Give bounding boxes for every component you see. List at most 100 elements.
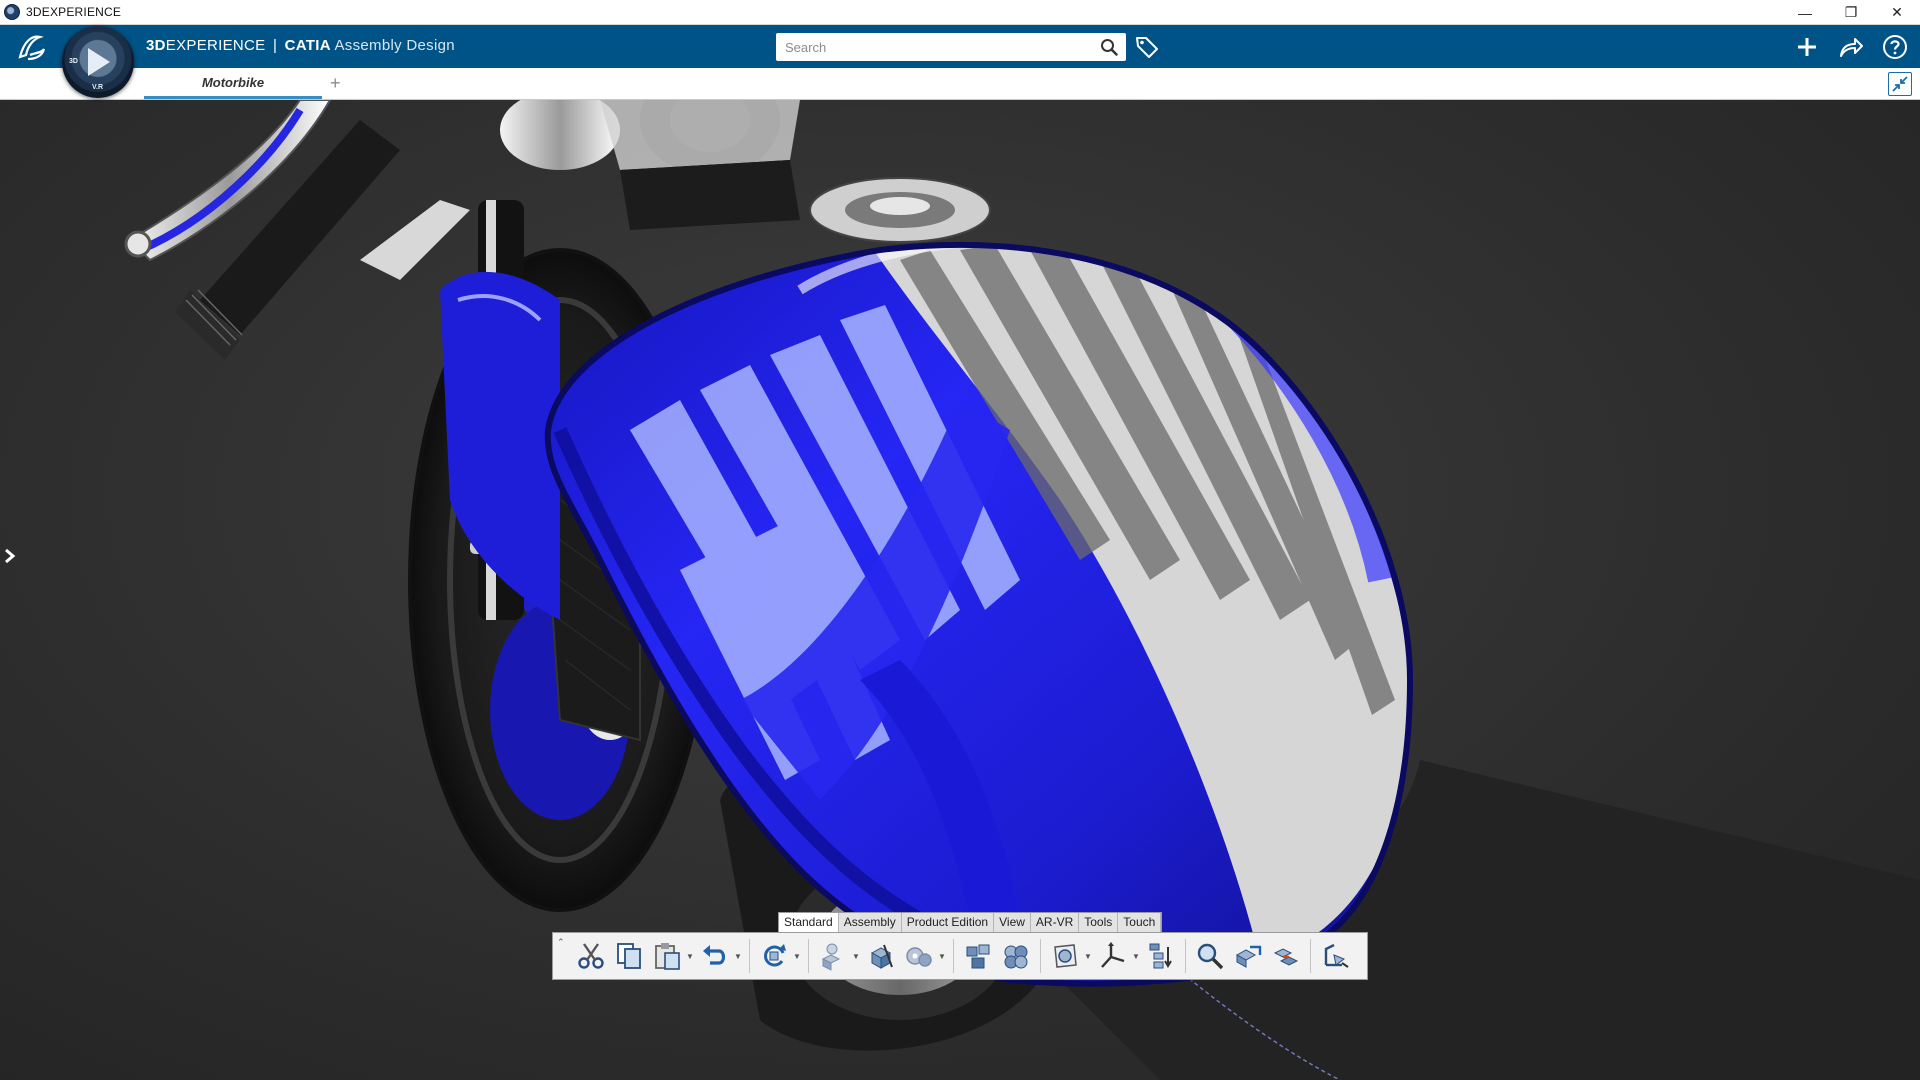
tool-undo[interactable]: ▼ xyxy=(697,936,743,976)
toolbar-separator xyxy=(953,939,954,973)
tab-active-indicator xyxy=(144,96,322,99)
section-view-svg xyxy=(1054,944,1077,968)
insert-product-icon xyxy=(815,938,851,974)
brand-product: CATIA xyxy=(284,37,331,54)
section-tab-product-edition[interactable]: Product Edition xyxy=(901,913,995,932)
dropdown-arrow-icon[interactable]: ▼ xyxy=(792,952,802,961)
fuel-tank xyxy=(547,244,1410,984)
scissors-svg xyxy=(578,943,604,969)
paste-icon xyxy=(649,938,685,974)
tool-copy[interactable] xyxy=(611,936,647,976)
manipulation-svg xyxy=(1324,943,1349,968)
assembly-features-icon xyxy=(863,938,899,974)
tool-clash[interactable] xyxy=(998,936,1034,976)
dropdown-arrow-icon[interactable]: ▼ xyxy=(1131,952,1141,961)
tool-update[interactable]: ▼ xyxy=(756,936,802,976)
brand-prefix: 3D xyxy=(146,37,166,54)
app-header: 3DEXPERIENCE | CATIA Assembly Design xyxy=(0,25,1920,68)
section-tab-assembly[interactable]: Assembly xyxy=(838,913,902,932)
copy-svg xyxy=(617,943,641,969)
tool-publish[interactable] xyxy=(1230,936,1266,976)
tree-reorder-svg xyxy=(1149,943,1172,969)
dropdown-arrow-icon[interactable]: ▼ xyxy=(733,952,743,961)
mechanism-icon xyxy=(901,938,937,974)
search-box xyxy=(776,33,1126,61)
dropdown-arrow-icon[interactable]: ▼ xyxy=(685,952,695,961)
help-icon[interactable] xyxy=(1880,32,1910,62)
tool-tree-reorder[interactable] xyxy=(1143,936,1179,976)
search-input[interactable] xyxy=(776,33,1086,61)
help-icon-svg xyxy=(1883,35,1907,59)
app-window: 3DEXPERIENCE — ❐ ✕ 3DEXPERIENCE | CATIA … xyxy=(0,0,1920,1080)
section-tab-view[interactable]: View xyxy=(994,913,1031,932)
manipulation-icon xyxy=(1317,938,1353,974)
dropdown-arrow-icon[interactable]: ▼ xyxy=(851,952,861,961)
share-icon[interactable] xyxy=(1836,32,1866,62)
ds-logo-icon[interactable] xyxy=(14,31,50,63)
tab-motorbike[interactable]: Motorbike xyxy=(144,68,322,99)
side-panel-toggle-icon[interactable] xyxy=(2,546,18,566)
tool-engineering-connection[interactable] xyxy=(1268,936,1304,976)
tool-cut[interactable] xyxy=(573,936,609,976)
brand-main: EXPERIENCE xyxy=(165,37,266,54)
collapse-arrows-svg xyxy=(1892,76,1908,92)
tool-robot[interactable]: ▼ xyxy=(1095,936,1141,976)
tool-assembly-features[interactable] xyxy=(863,936,899,976)
publish-icon xyxy=(1230,938,1266,974)
toolbar-separator xyxy=(1310,939,1311,973)
undo-svg xyxy=(703,945,726,965)
dropdown-arrow-icon[interactable]: ▼ xyxy=(937,952,947,961)
minimize-button[interactable]: — xyxy=(1782,0,1828,25)
tool-zoom-search[interactable] xyxy=(1192,936,1228,976)
section-view-icon xyxy=(1047,938,1083,974)
tool-robot-manipulation[interactable] xyxy=(1317,936,1353,976)
explode-svg xyxy=(966,944,990,969)
ds-logo-icon-svg xyxy=(18,35,46,61)
os-title-bar: 3DEXPERIENCE — ❐ ✕ xyxy=(0,0,1920,25)
refresh-svg xyxy=(764,944,786,967)
add-tab-button[interactable]: + xyxy=(330,73,341,94)
compass-axis-svg xyxy=(1101,942,1125,968)
share-icon-svg xyxy=(1840,38,1863,57)
copy-icon xyxy=(611,938,647,974)
tool-section[interactable]: ▼ xyxy=(1047,936,1093,976)
section-tab-standard[interactable]: Standard xyxy=(779,913,839,932)
collapse-fullscreen-icon[interactable] xyxy=(1888,72,1912,96)
tab-label: Motorbike xyxy=(201,75,265,90)
toolbar-separator xyxy=(808,939,809,973)
section-tab-ar-vr[interactable]: AR-VR xyxy=(1030,913,1080,932)
clash-svg xyxy=(1004,945,1028,969)
clash-icon xyxy=(998,938,1034,974)
brand-app-name: Assembly Design xyxy=(334,37,455,54)
dropdown-arrow-icon[interactable]: ▼ xyxy=(1083,952,1093,961)
header-actions xyxy=(1792,32,1910,62)
brand-title: 3DEXPERIENCE | CATIA Assembly Design xyxy=(146,37,455,54)
tool-explode[interactable] xyxy=(960,936,996,976)
compass-widget[interactable]: 3D V.R xyxy=(62,26,134,98)
tool-insert-product[interactable]: ▼ xyxy=(815,936,861,976)
section-tab-touch[interactable]: Touch xyxy=(1118,913,1162,932)
insert-product-svg xyxy=(821,943,841,971)
action-bar: ⌃ ▼ ▼ ▼ ▼ ▼ ▼ ▼ xyxy=(552,932,1368,980)
action-bar-collapse-icon[interactable]: ⌃ xyxy=(557,937,565,948)
close-button[interactable]: ✕ xyxy=(1874,0,1920,25)
undo-icon xyxy=(697,938,733,974)
app-icon xyxy=(4,4,20,20)
compass-label-vr: V.R xyxy=(92,84,104,91)
paste-svg xyxy=(655,943,680,970)
restore-button[interactable]: ❐ xyxy=(1828,0,1874,25)
tab-bar: Motorbike + xyxy=(0,68,1920,100)
toolbar-separator xyxy=(749,939,750,973)
tag-icon[interactable] xyxy=(1134,34,1160,60)
add-icon-svg xyxy=(1798,38,1816,56)
tree-reorder-icon xyxy=(1143,938,1179,974)
mechanism-svg xyxy=(906,947,932,967)
search-icon[interactable] xyxy=(1100,38,1118,56)
tool-mechanism[interactable]: ▼ xyxy=(901,936,947,976)
tool-paste[interactable]: ▼ xyxy=(649,936,695,976)
window-controls: — ❐ ✕ xyxy=(1782,0,1920,25)
chevron-right-icon xyxy=(5,549,16,563)
add-icon[interactable] xyxy=(1792,32,1822,62)
refresh-icon xyxy=(756,938,792,974)
section-tab-tools[interactable]: Tools xyxy=(1079,913,1119,932)
